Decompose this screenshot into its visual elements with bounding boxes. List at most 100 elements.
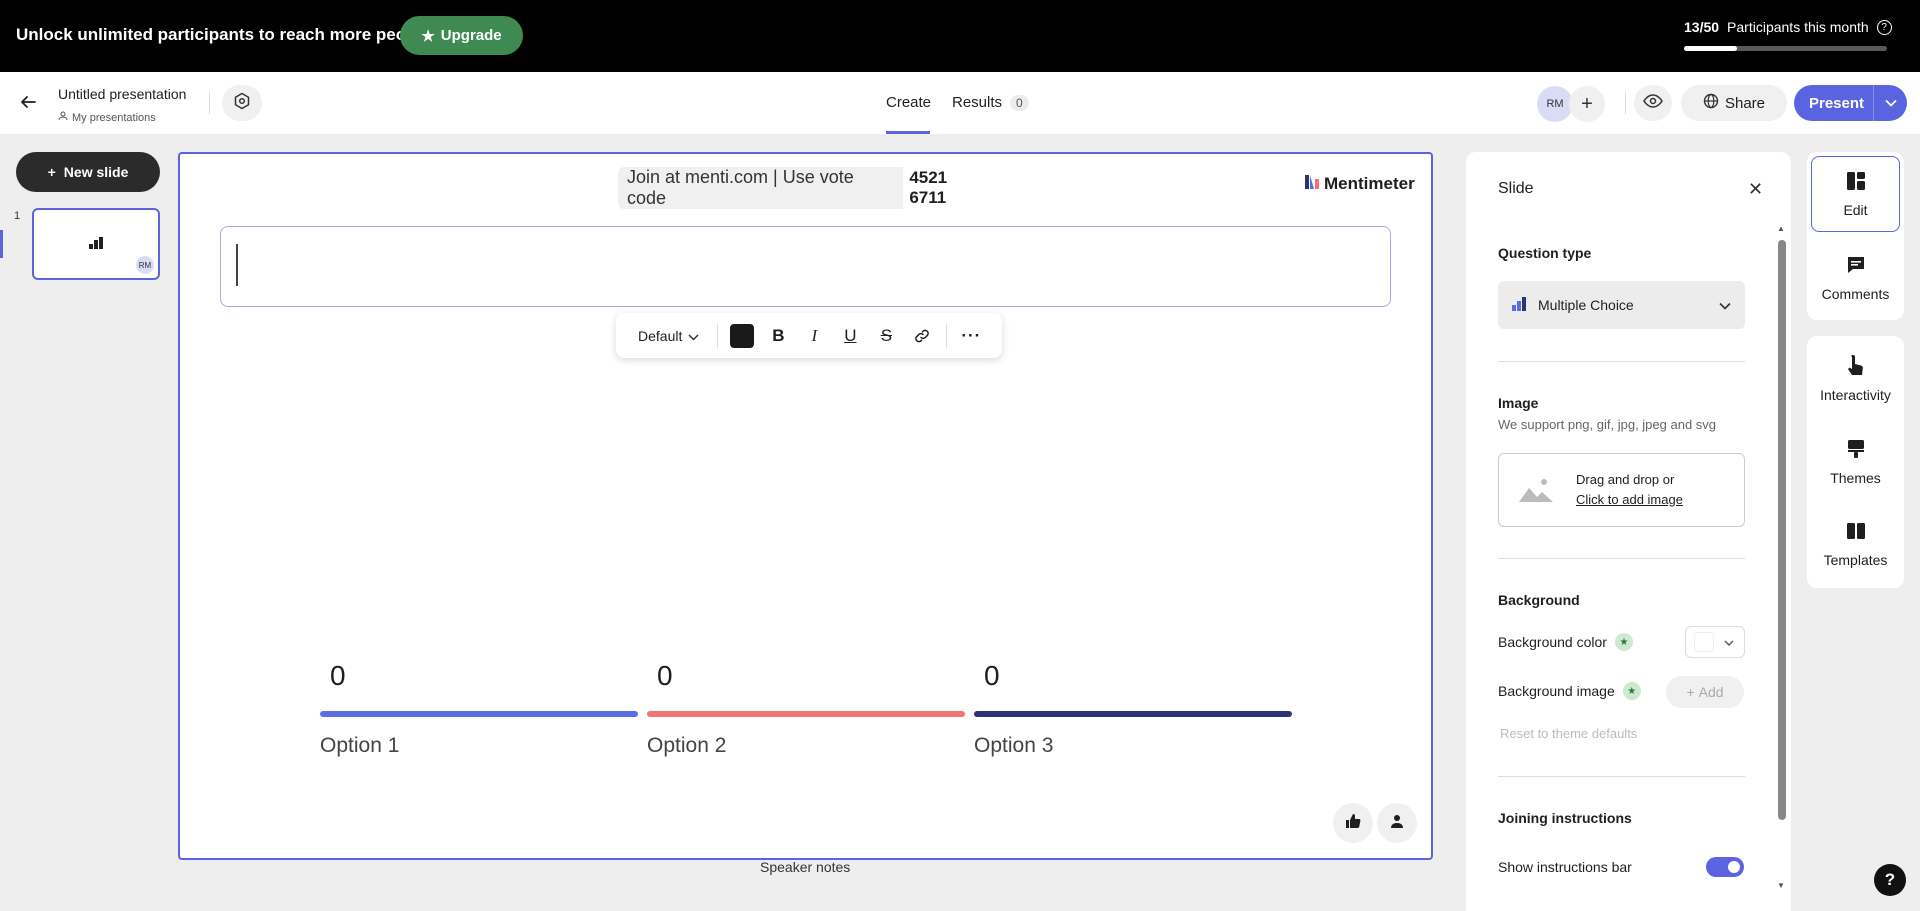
add-collaborator-button[interactable]: + [1569, 86, 1605, 122]
slide-thumbnail[interactable]: RM [32, 208, 160, 280]
rail-item-interactivity[interactable]: Interactivity [1811, 340, 1900, 416]
toolbar-divider [946, 323, 948, 348]
header-divider [209, 92, 210, 114]
rail-item-label: Themes [1830, 469, 1881, 486]
background-color-label: Background color [1498, 634, 1607, 650]
star-icon: ★ [421, 27, 435, 45]
rail-item-themes[interactable]: Themes [1811, 424, 1900, 500]
strikethrough-icon[interactable]: S [868, 321, 904, 351]
bar-chart-icon [1512, 296, 1526, 314]
option-label: Option 1 [320, 734, 400, 757]
share-button[interactable]: Share [1681, 85, 1787, 121]
mentimeter-logo-icon [1305, 174, 1319, 194]
help-button[interactable]: ? [1874, 864, 1906, 896]
option-label: Option 3 [974, 734, 1054, 757]
scroll-down-arrow[interactable]: ▼ [1777, 881, 1785, 890]
presentation-title[interactable]: Untitled presentation [58, 86, 186, 102]
active-tab-indicator [886, 131, 930, 134]
close-icon[interactable]: ✕ [1748, 179, 1763, 200]
reset-to-theme-link[interactable]: Reset to theme defaults [1500, 726, 1637, 741]
tab-results[interactable]: Results 0 [952, 94, 1029, 111]
option-bar-line [974, 711, 1292, 717]
section-divider [1498, 361, 1745, 362]
participant-button[interactable] [1377, 803, 1417, 843]
text-caret [236, 244, 238, 286]
share-label: Share [1724, 94, 1766, 112]
bold-icon[interactable]: B [760, 321, 796, 351]
image-drop-zone[interactable]: Drag and drop or Click to add image [1498, 453, 1745, 527]
slide-properties-panel: Slide ✕ Question type Multiple Choice Im… [1466, 152, 1791, 911]
more-options-icon[interactable]: ··· [953, 321, 989, 351]
back-arrow-icon[interactable] [16, 90, 40, 114]
rail-item-label: Comments [1821, 285, 1890, 302]
plus-icon: + [1581, 92, 1593, 115]
show-instructions-toggle[interactable] [1706, 857, 1744, 877]
rail-item-templates[interactable]: Templates [1811, 506, 1900, 582]
comments-icon [1846, 255, 1866, 278]
question-type-select[interactable]: Multiple Choice [1498, 281, 1745, 329]
scroll-up-arrow[interactable]: ▲ [1777, 224, 1785, 233]
mentimeter-logo: Mentimeter [1305, 174, 1415, 194]
settings-button[interactable] [222, 85, 262, 121]
chevron-down-icon [1719, 297, 1731, 313]
interactivity-icon [1846, 354, 1866, 379]
option-value: 0 [330, 660, 346, 691]
rail-item-label: Interactivity [1820, 386, 1891, 403]
slide-number: 1 [14, 210, 21, 222]
participants-progress-fill [1684, 46, 1737, 51]
background-color-picker[interactable] [1685, 626, 1745, 658]
background-image-row: Background image ★ [1498, 682, 1641, 700]
add-image-link[interactable]: Click to add image [1576, 490, 1683, 510]
participants-counter: 13/50 Participants this month ? [1684, 19, 1892, 35]
rail-item-label: Edit [1843, 201, 1868, 218]
text-style-value: Default [638, 327, 683, 344]
upgrade-button[interactable]: ★ Upgrade [400, 16, 523, 55]
image-heading: Image [1498, 395, 1539, 411]
rail-item-comments[interactable]: Comments [1811, 240, 1900, 316]
toolbar-divider [717, 323, 719, 348]
add-label: Add [1698, 684, 1724, 700]
text-color-swatch[interactable] [730, 323, 755, 348]
show-instructions-label: Show instructions bar [1498, 859, 1632, 875]
panel-scrollbar[interactable] [1778, 240, 1786, 820]
folder-label: My presentations [72, 111, 156, 124]
option-label: Option 2 [647, 734, 727, 757]
brand-name: Mentimeter [1324, 174, 1415, 193]
option-value: 0 [657, 660, 673, 691]
avatar[interactable]: RM [1537, 86, 1573, 122]
present-button[interactable]: Present [1794, 85, 1907, 121]
rail-item-edit[interactable]: Edit [1811, 156, 1900, 232]
rail-group-secondary: Interactivity Themes Templates [1807, 336, 1904, 588]
tab-results-label: Results [952, 94, 1003, 111]
editor-header: Untitled presentation My presentations C… [0, 72, 1920, 134]
question-type-value: Multiple Choice [1538, 297, 1634, 313]
italic-icon[interactable]: I [796, 321, 832, 351]
slide-canvas[interactable]: Join at menti.com | Use vote code 4521 6… [178, 152, 1433, 860]
speaker-notes-toggle[interactable]: Speaker notes [760, 859, 850, 875]
drop-instructions: Drag and drop or Click to add image [1576, 470, 1683, 510]
joining-instructions-heading: Joining instructions [1498, 810, 1632, 826]
background-heading: Background [1498, 592, 1580, 608]
option-bar-line [647, 711, 965, 717]
text-style-dropdown[interactable]: Default [626, 328, 711, 344]
preview-button[interactable] [1634, 85, 1672, 121]
section-divider [1498, 776, 1745, 777]
question-input[interactable] [220, 226, 1391, 307]
plus-icon: + [47, 164, 56, 180]
avatar: RM [136, 256, 154, 274]
participants-count: 13/50 [1684, 19, 1720, 35]
tab-create[interactable]: Create [886, 94, 931, 111]
reactions-button[interactable] [1333, 803, 1373, 843]
option-bar-line [320, 711, 638, 717]
panel-title: Slide [1498, 180, 1534, 197]
join-instructions-bar: Join at menti.com | Use vote code 4521 6… [618, 164, 994, 212]
background-image-label: Background image [1498, 683, 1615, 699]
folder-breadcrumb[interactable]: My presentations [58, 111, 156, 124]
underline-icon[interactable]: U [832, 321, 868, 351]
chevron-down-icon [1724, 633, 1734, 651]
help-icon[interactable]: ? [1876, 19, 1892, 35]
new-slide-button[interactable]: + New slide [16, 152, 160, 192]
chevron-down-icon[interactable] [1873, 85, 1907, 121]
add-background-image-button[interactable]: + Add [1666, 676, 1744, 708]
link-icon[interactable] [904, 321, 940, 351]
